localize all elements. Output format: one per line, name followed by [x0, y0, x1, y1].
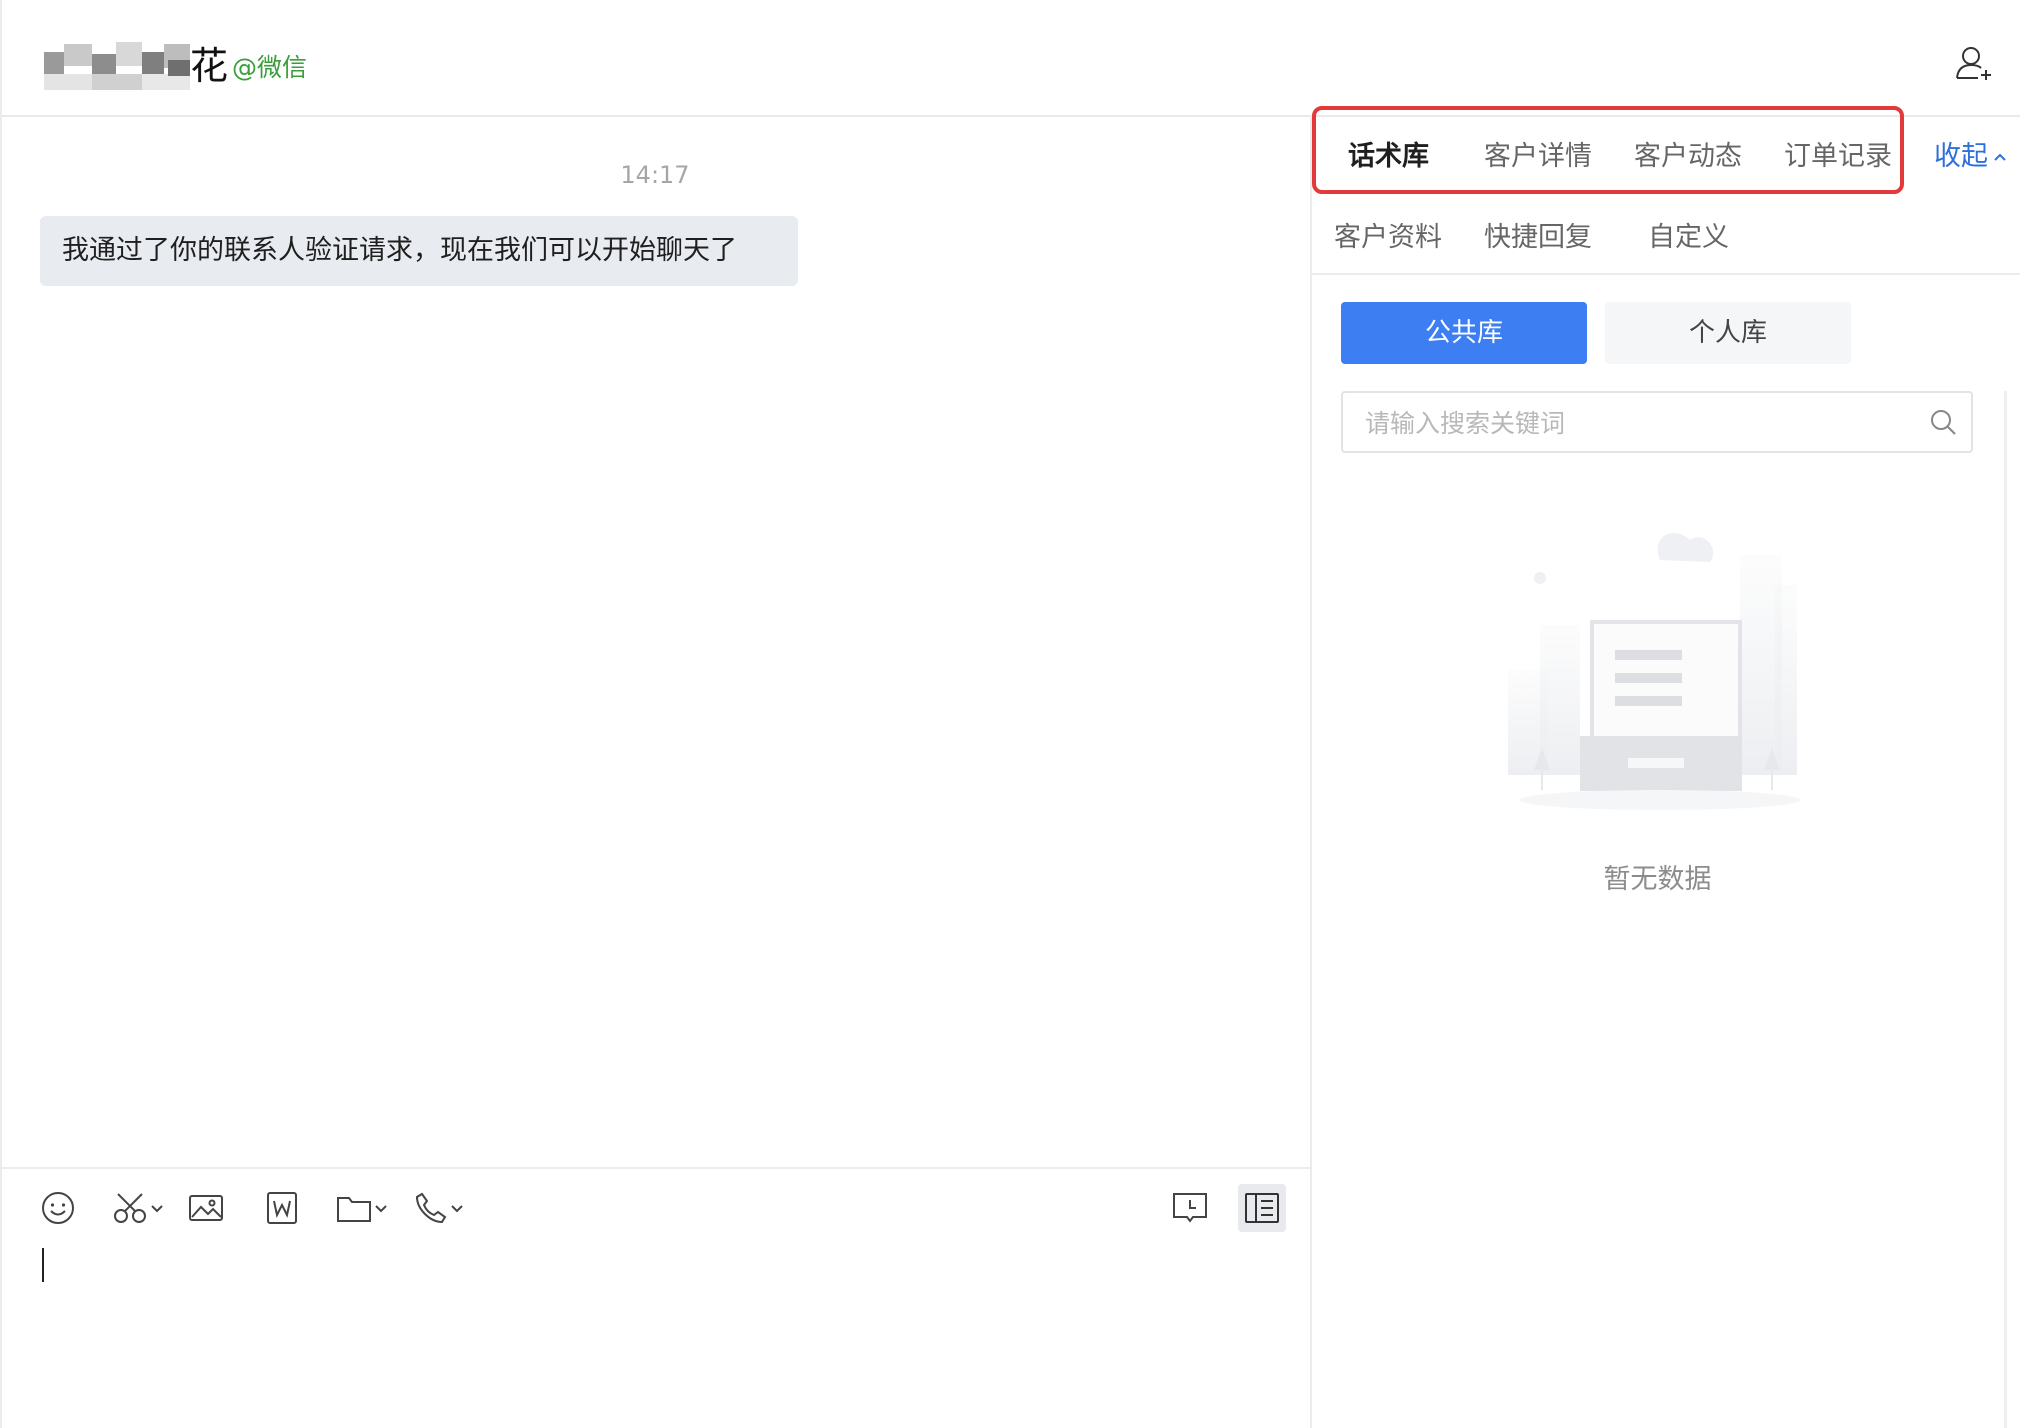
channel-label: @微信 — [232, 53, 308, 82]
tab-quick-reply[interactable]: 快捷回复 — [1484, 218, 1592, 258]
tab-customer-activity[interactable]: 客户动态 — [1634, 137, 1742, 177]
text-input-caret[interactable] — [42, 1248, 44, 1282]
panel-scrollbar[interactable] — [2004, 391, 2007, 1428]
tab-order-records[interactable]: 订单记录 — [1784, 137, 1892, 177]
image-icon[interactable] — [188, 1188, 224, 1228]
tab-customer-profile[interactable]: 客户资料 — [1334, 218, 1442, 258]
left-border — [0, 0, 2, 1428]
empty-state-text: 暂无数据 — [1603, 864, 1712, 895]
chevron-up-icon — [1994, 153, 2006, 161]
chat-history-icon[interactable] — [1172, 1188, 1208, 1228]
search-icon[interactable] — [1929, 408, 1957, 436]
message-bubble: 我通过了你的联系人验证请求，现在我们可以开始聊天了 — [40, 216, 798, 286]
folder-icon[interactable] — [336, 1188, 388, 1228]
phone-icon[interactable] — [414, 1188, 464, 1228]
emoji-icon[interactable] — [40, 1188, 76, 1228]
search-box — [1341, 391, 1973, 453]
message-timestamp: 14:17 — [620, 161, 690, 189]
public-library-button[interactable]: 公共库 — [1341, 302, 1587, 364]
panel-tabs-divider — [1312, 273, 2020, 275]
tab-customer-details[interactable]: 客户详情 — [1484, 137, 1592, 177]
personal-library-button[interactable]: 个人库 — [1605, 302, 1851, 364]
scissors-icon[interactable] — [112, 1188, 164, 1228]
word-doc-icon[interactable] — [266, 1188, 298, 1228]
toolbar-divider — [0, 1167, 1310, 1169]
search-input[interactable] — [1363, 393, 1907, 453]
blurred-name-prefix — [44, 40, 190, 92]
panel-divider — [1310, 115, 1312, 1428]
tab-custom[interactable]: 自定义 — [1648, 218, 1729, 258]
tab-script-library[interactable]: 话术库 — [1348, 137, 1429, 177]
empty-document-icon — [1508, 532, 1800, 810]
contact-name: 花 — [190, 44, 229, 88]
sidebar-panel-icon[interactable] — [1244, 1188, 1280, 1228]
collapse-label: 收起 — [1934, 141, 1988, 172]
collapse-button[interactable]: 收起 — [1934, 137, 2008, 177]
message-text: 我通过了你的联系人验证请求，现在我们可以开始聊天了 — [62, 235, 737, 266]
add-user-icon[interactable] — [1954, 44, 1994, 84]
